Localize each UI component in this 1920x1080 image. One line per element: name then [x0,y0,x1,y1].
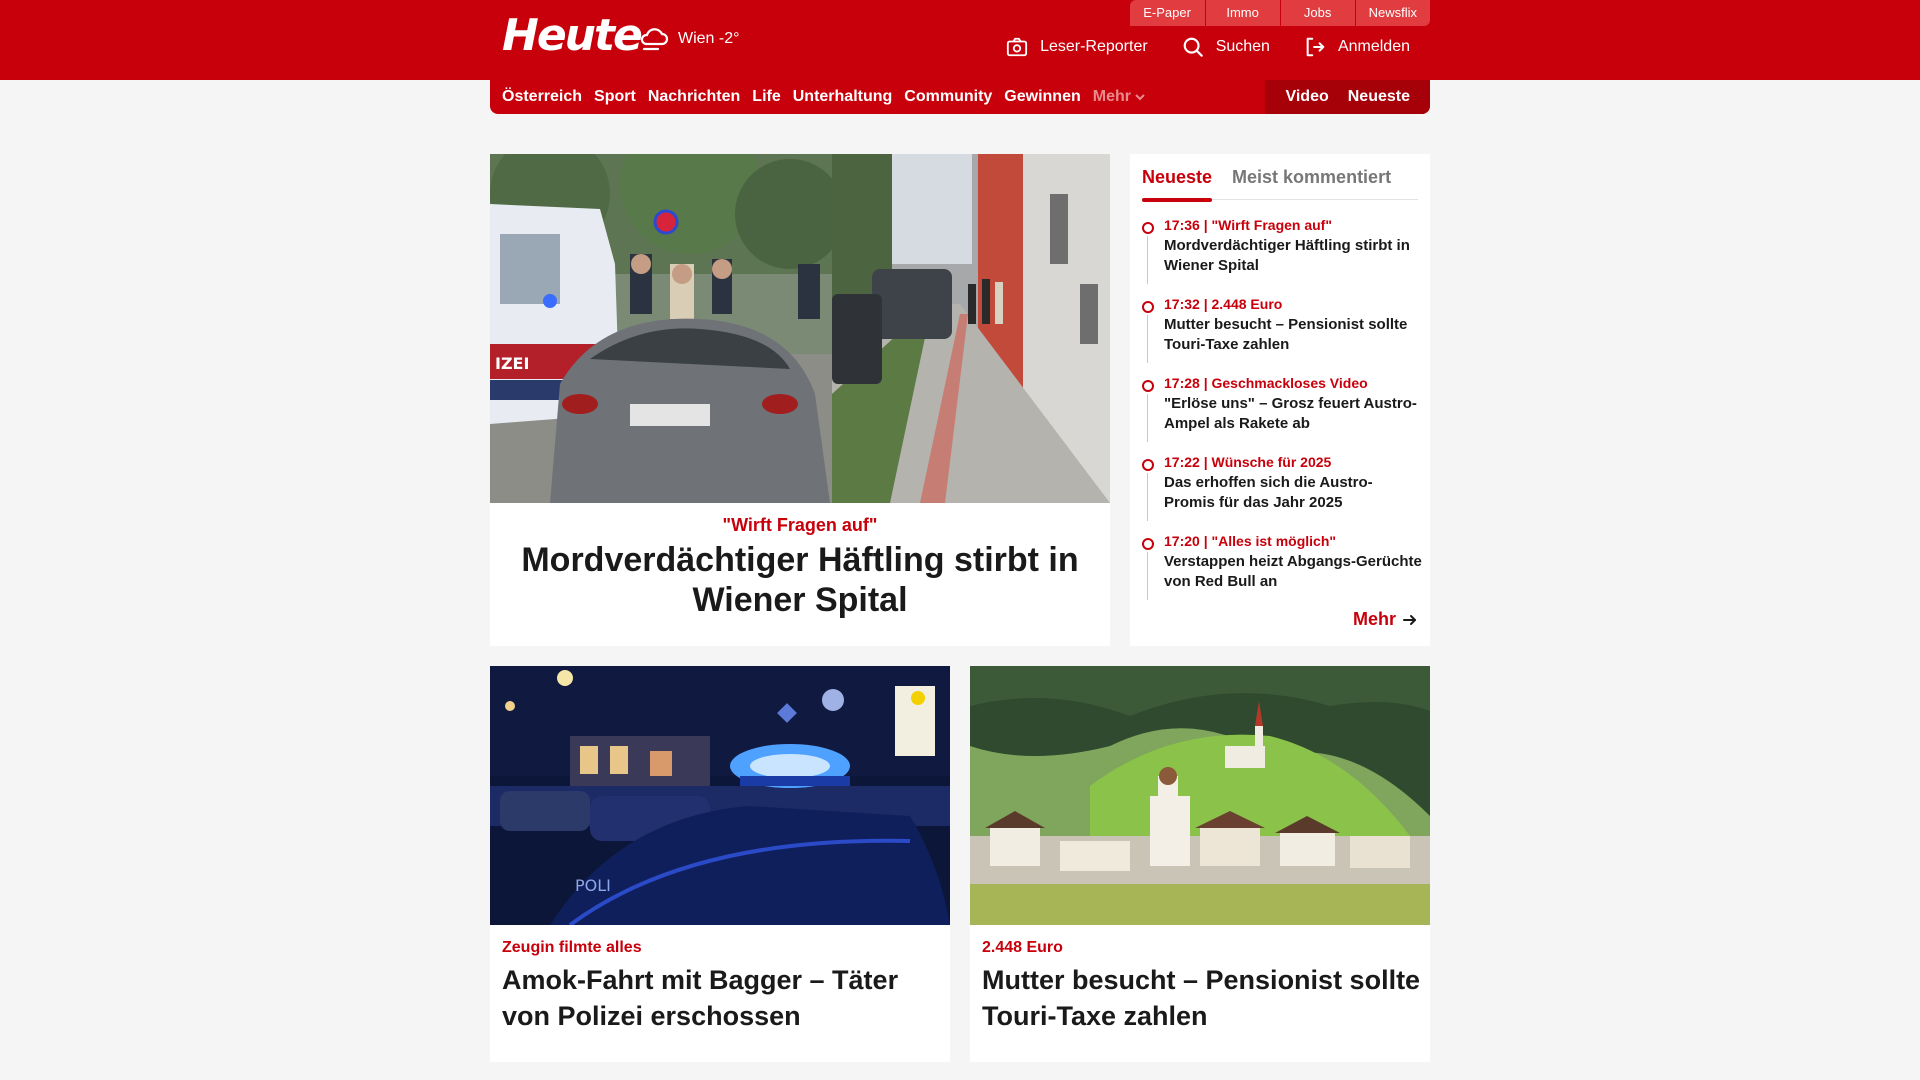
hero-article[interactable]: IZEI "Wirft Fragen auf" Mordverdächtiger… [490,154,1110,646]
login-icon [1306,37,1325,57]
weather-cloud-icon [640,28,669,51]
svg-text:IZEI: IZEI [495,354,529,373]
hero-photo: IZEI [490,154,1110,503]
latest-news-list: 17:36 | "Wirft Fragen auf" Mordverdächti… [1142,216,1422,611]
news-title: Mordverdächtiger Häftling stirbt in Wien… [1164,237,1410,274]
news-meta: 17:36 | "Wirft Fragen auf" [1164,217,1332,233]
article-card-touri-taxe[interactable]: 2.448 Euro Mutter besucht – Pensionist s… [970,666,1430,1062]
nav-item-community[interactable]: Community [904,88,992,106]
sidebar-more-link[interactable]: Mehr [1353,609,1418,630]
utility-links: E-Paper Immo Jobs Newsflix [1129,0,1430,26]
list-item[interactable]: 17:22 | Wünsche für 2025 Das erhoffen si… [1142,453,1422,532]
news-title: Das erhoffen sich die Austro-Promis für … [1164,474,1373,511]
nav-item-life[interactable]: Life [752,88,780,106]
card-kicker: 2.448 Euro [982,939,1063,956]
tab-neueste[interactable]: Neueste [1142,164,1213,202]
news-title: Mutter besucht – Pensionist sollte Touri… [1164,316,1408,353]
nav-more-dropdown[interactable]: Mehr [1093,88,1145,106]
news-title: "Erlöse uns" – Grosz feuert Austro-Ampel… [1164,395,1417,432]
nav-more-label: Mehr [1092,88,1131,105]
news-meta: 17:32 | 2.448 Euro [1164,296,1283,312]
nav-quick-links: Video Neueste [1265,80,1430,114]
weather-widget[interactable]: Wien -2° [638,26,740,52]
chevron-down-icon [1135,94,1145,101]
list-item[interactable]: 17:20 | "Alles ist möglich" Verstappen h… [1142,532,1422,611]
list-item[interactable]: 17:36 | "Wirft Fragen auf" Mordverdächti… [1142,216,1422,295]
nav-item-oesterreich[interactable]: Österreich [502,88,582,106]
sidebar-more-label: Mehr [1352,609,1396,629]
header-actions: Leser-Reporter Suchen Anmelden [1006,36,1410,58]
nav-item-gewinnen[interactable]: Gewinnen [1004,88,1080,106]
nav-sections: Österreich Sport Nachrichten Life Unterh… [502,88,1145,106]
news-title: Verstappen heizt Abgangs-Gerüchte von Re… [1164,553,1422,590]
leser-reporter-button[interactable]: Leser-Reporter [1006,36,1148,58]
card-kicker: Zeugin filmte alles [502,939,642,956]
login-label: Anmelden [1337,38,1410,55]
newsflix-link[interactable]: Newsflix [1354,0,1430,26]
search-button[interactable]: Suchen [1182,36,1270,58]
nav-video-link[interactable]: Video [1285,88,1328,106]
header-inner: Heute Wien -2° E-Paper Immo Jobs Newsfli… [490,0,1430,80]
nav-item-sport[interactable]: Sport [594,88,636,106]
card-image[interactable] [970,666,1430,925]
hero-text: "Wirft Fragen auf" Mordverdächtiger Häft… [490,503,1110,646]
tab-meist-kommentiert[interactable]: Meist kommentiert [1232,164,1391,200]
nav-item-unterhaltung[interactable]: Unterhaltung [793,88,893,106]
card-title[interactable]: Mutter besucht – Pensionist sollte Touri… [982,962,1422,1034]
hero-title[interactable]: Mordverdächtiger Häftling stirbt in Wien… [520,540,1080,620]
latest-news-sidebar: Neueste Meist kommentiert 17:36 | "Wirft… [1130,154,1430,646]
jobs-link[interactable]: Jobs [1279,0,1355,26]
camera-icon [1006,37,1028,57]
search-icon [1183,37,1203,57]
sidebar-tabs: Neueste Meist kommentiert [1142,164,1418,202]
hero-image[interactable]: IZEI [490,154,1110,503]
search-label: Suchen [1215,38,1270,55]
news-meta: 17:22 | Wünsche für 2025 [1164,454,1332,470]
arrow-right-icon [1403,614,1416,625]
login-button[interactable]: Anmelden [1304,36,1410,58]
site-header: Heute Wien -2° E-Paper Immo Jobs Newsfli… [0,0,1920,80]
card-title[interactable]: Amok-Fahrt mit Bagger – Täter von Polize… [502,962,942,1034]
main-nav: Österreich Sport Nachrichten Life Unterh… [490,80,1430,114]
news-meta: 17:20 | "Alles ist möglich" [1164,533,1337,549]
epaper-link[interactable]: E-Paper [1129,0,1205,26]
nav-item-nachrichten[interactable]: Nachrichten [648,88,740,106]
list-item[interactable]: 17:28 | Geschmackloses Video "Erlöse uns… [1142,374,1422,453]
weather-text: Wien -2° [678,30,740,47]
list-item[interactable]: 17:32 | 2.448 Euro Mutter besucht – Pens… [1142,295,1422,374]
immo-link[interactable]: Immo [1204,0,1280,26]
article-card-amok[interactable]: POLI Zeugin filmte alles Amok-Fahrt mit … [490,666,950,1062]
card-image[interactable]: POLI [490,666,950,925]
leser-reporter-label: Leser-Reporter [1040,38,1148,55]
news-meta: 17:28 | Geschmackloses Video [1164,375,1368,391]
hero-kicker: "Wirft Fragen auf" [722,515,878,535]
nav-neueste-link[interactable]: Neueste [1348,88,1410,106]
alpine-village-photo [970,666,1430,925]
site-logo[interactable]: Heute [502,10,643,61]
police-night-photo: POLI [490,666,950,925]
svg-text:POLI: POLI [575,876,611,895]
